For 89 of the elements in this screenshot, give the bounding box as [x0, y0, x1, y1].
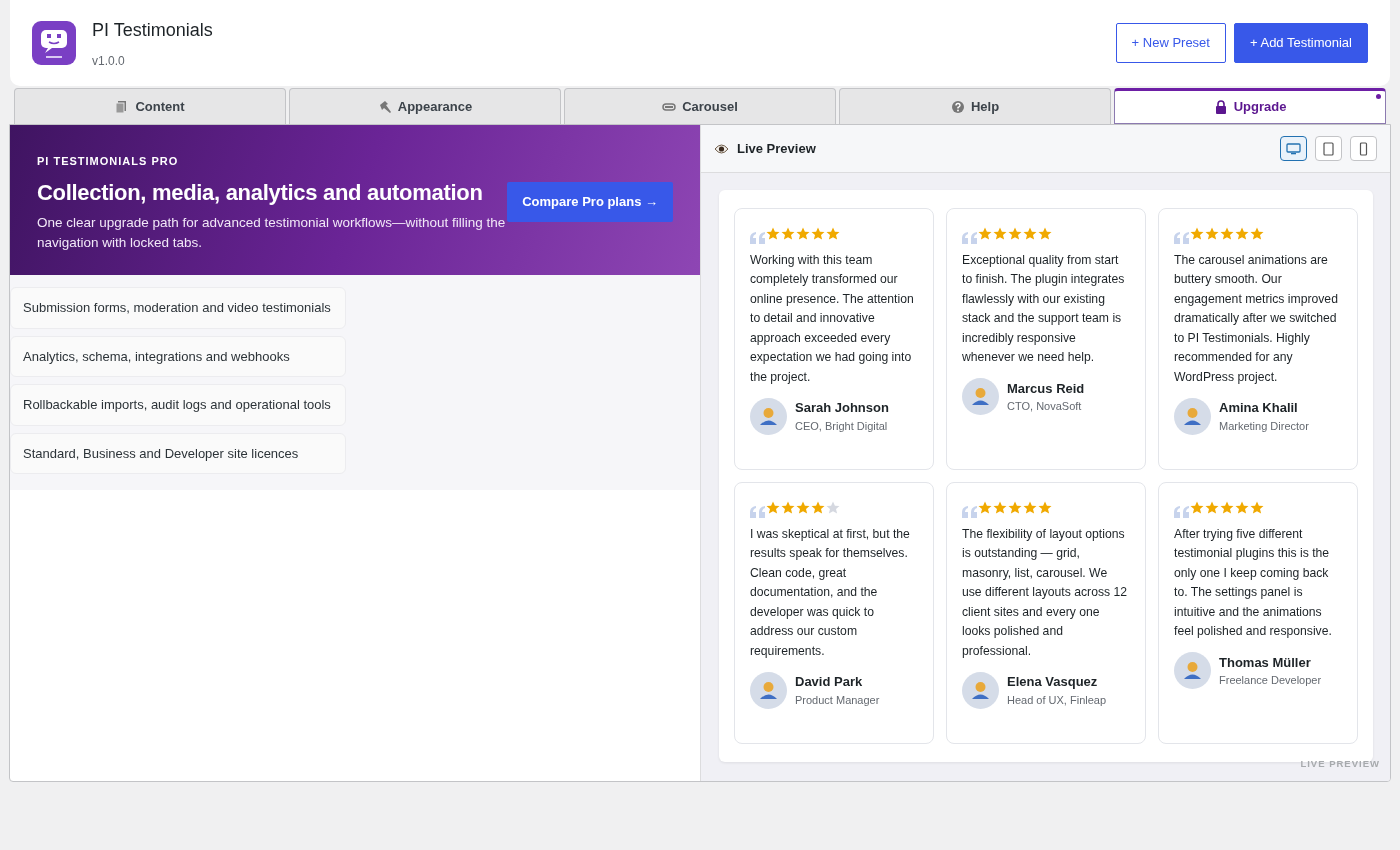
quote-icon — [1174, 505, 1190, 518]
avatar-icon — [962, 671, 999, 709]
star-icon — [1250, 227, 1264, 241]
star-icon — [1205, 227, 1219, 241]
quote-icon — [750, 505, 766, 518]
quote-icon — [1174, 231, 1190, 244]
avatar-icon — [750, 671, 787, 709]
star-icon — [1220, 501, 1234, 515]
star-icon — [1235, 501, 1249, 515]
star-icon — [1205, 501, 1219, 515]
lock-icon — [1213, 100, 1228, 114]
star-icon — [811, 501, 825, 515]
feature-item: Analytics, schema, integrations and webhooks — [10, 335, 346, 377]
author-role: Marketing Director — [1219, 418, 1309, 434]
star-icon — [1023, 501, 1037, 515]
eye-icon — [714, 143, 729, 154]
star-icon — [1008, 227, 1022, 241]
app-logo-icon — [32, 21, 76, 65]
desktop-icon — [1286, 141, 1301, 156]
preview-title: Live Preview — [737, 139, 816, 158]
quote-icon — [750, 231, 766, 244]
author-role: CTO, NovaSoft — [1007, 399, 1083, 415]
star-icon — [781, 227, 795, 241]
tab[interactable]: Carousel — [564, 88, 836, 124]
star-icon — [1038, 501, 1052, 515]
feature-item: Submission forms, moderation and video testimonials — [10, 287, 346, 329]
promo-title: Collection, media, analytics and automation — [37, 178, 484, 207]
tab[interactable]: Appearance — [289, 88, 561, 124]
star-icon — [826, 501, 840, 515]
star-icon — [1190, 227, 1204, 241]
star-icon — [826, 227, 840, 241]
feature-item: Rollbackable imports, audit logs and operational tools — [10, 384, 346, 426]
star-icon — [781, 501, 795, 515]
tablet-icon — [1321, 141, 1336, 156]
testimonial-text: I was skeptical at first, but the results speak for themselves. Clean code, great documentation, and the developer was quick to address our custom requirements. — [750, 525, 911, 661]
author-role: Product Manager — [795, 692, 880, 708]
star-icon — [1023, 227, 1037, 241]
avatar-icon — [1174, 652, 1211, 690]
compare-plans-button[interactable]: Compare Pro plans → — [507, 182, 673, 222]
testimonial-text: Working with this team completely transformed our online presence. The attention to detail and innovative approach exceeded every expectation we had going into the project. — [750, 251, 915, 387]
star-icon — [766, 227, 780, 241]
eyebrow-text: PI TESTIMONIALS PRO — [37, 154, 180, 169]
author-name: David Park — [795, 673, 864, 692]
avatar-icon — [962, 378, 999, 416]
author-role: Freelance Developer — [1219, 673, 1322, 689]
star-icon — [1008, 501, 1022, 515]
device-toggle[interactable] — [1315, 136, 1342, 161]
star-icon — [1250, 501, 1264, 515]
star-icon — [1190, 501, 1204, 515]
author-name: Sarah Johnson — [795, 399, 889, 418]
avatar-icon — [750, 397, 787, 435]
testimonial-text: The flexibility of layout options is outstanding — grid, masonry, list, carousel. We use different layouts across 12 client sites and every one looks polished and professional. — [962, 525, 1129, 661]
author-name: Amina Khalil — [1219, 399, 1299, 418]
star-icon — [796, 501, 810, 515]
promo-text: One clear upgrade path for advanced testimonial workflows—without filling the navigation with locked tabs. — [37, 213, 507, 252]
new-preset-button[interactable]: + New Preset — [1115, 23, 1226, 63]
star-icon — [993, 227, 1007, 241]
quote-icon — [962, 231, 978, 244]
help-icon — [950, 99, 965, 114]
star-icon — [766, 501, 780, 515]
hammer-icon — [377, 99, 392, 114]
star-icon — [1038, 227, 1052, 241]
version-text: v1.0.0 — [92, 52, 126, 70]
author-role: Head of UX, Finleap — [1007, 692, 1107, 708]
quote-icon — [962, 505, 978, 518]
avatar-icon — [1174, 397, 1211, 435]
tab[interactable]: Upgrade — [1114, 88, 1386, 124]
star-icon — [811, 227, 825, 241]
author-name: Elena Vasquez — [1007, 673, 1099, 692]
device-toggle[interactable] — [1350, 136, 1377, 161]
star-icon — [978, 501, 992, 515]
app-title: PI Testimonials — [92, 18, 213, 42]
preview-label: LIVE PREVIEW — [1299, 757, 1381, 771]
author-name: Marcus Reid — [1007, 379, 1085, 398]
add-testimonial-button[interactable]: + Add Testimonial — [1233, 23, 1368, 63]
feature-item: Standard, Business and Developer site licences — [10, 432, 346, 474]
author-name: Thomas Müller — [1219, 653, 1312, 672]
testimonial-text: After trying five different testimonial plugins this is the only one I keep coming back to. The settings panel is intuitive and the animations feel polished and responsive. — [1174, 525, 1333, 641]
tab[interactable]: Content — [14, 88, 286, 124]
star-icon — [1235, 227, 1249, 241]
tab[interactable]: Help — [839, 88, 1111, 124]
device-toggle[interactable] — [1280, 136, 1307, 161]
testimonial-text: Exceptional quality from start to finish. The plugin integrates flawlessly with our existing stack and the support team is incredibly responsive whenever we need help. — [962, 251, 1126, 367]
author-role: CEO, Bright Digital — [795, 418, 889, 434]
star-icon — [978, 227, 992, 241]
star-icon — [1220, 227, 1234, 241]
star-icon — [993, 501, 1007, 515]
testimonial-text: The carousel animations are buttery smooth. Our engagement metrics improved dramatically after we switched to PI Testimonials. Highly recommended for any WordPress project. — [1174, 251, 1339, 387]
star-icon — [796, 227, 810, 241]
